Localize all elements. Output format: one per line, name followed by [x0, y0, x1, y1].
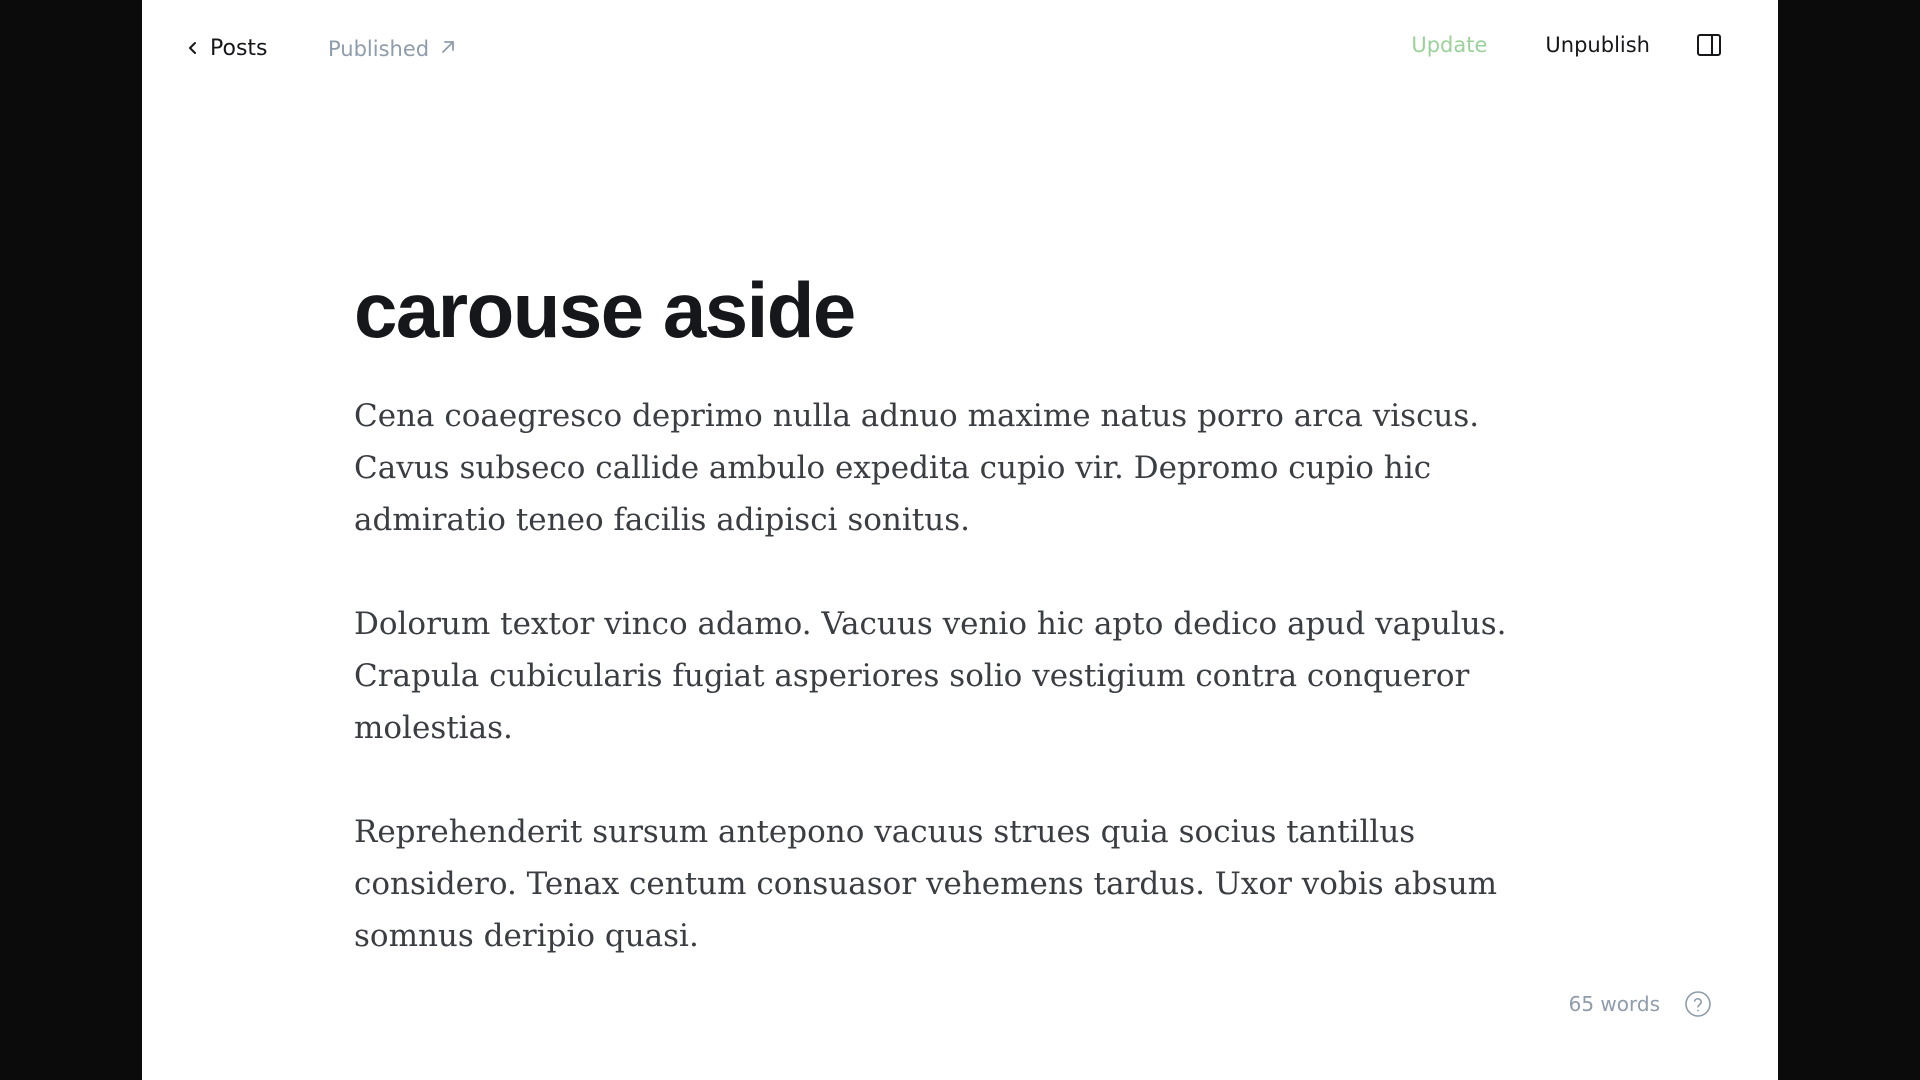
- sidebar-panel-icon: [1696, 32, 1722, 58]
- post-paragraph[interactable]: Cena coaegresco deprimo nulla adnuo maxi…: [354, 390, 1574, 546]
- update-button[interactable]: Update: [1411, 33, 1487, 57]
- post-editor[interactable]: carouse aside Cena coaegresco deprimo nu…: [354, 269, 1574, 1014]
- arrow-up-right-icon: [439, 37, 457, 61]
- word-count: 65 words: [1568, 992, 1660, 1016]
- editor-topbar: Posts Published Update Unpublish: [142, 0, 1778, 104]
- back-link-label: Posts: [210, 36, 268, 61]
- editor-page: Posts Published Update Unpublish carouse…: [142, 0, 1778, 1080]
- status-label: Published: [328, 37, 430, 61]
- chevron-left-icon: [186, 36, 200, 61]
- post-title[interactable]: carouse aside: [354, 269, 1574, 352]
- back-to-posts-link[interactable]: Posts: [186, 36, 268, 61]
- post-paragraph[interactable]: Reprehenderit sursum antepono vacuus str…: [354, 806, 1574, 962]
- unpublish-button[interactable]: Unpublish: [1545, 33, 1650, 57]
- editor-footer: 65 words: [1569, 990, 1712, 1018]
- help-button[interactable]: [1684, 990, 1712, 1018]
- sidebar-toggle-button[interactable]: [1696, 32, 1722, 58]
- published-status-link[interactable]: Published: [328, 37, 457, 61]
- editor-actions: Update Unpublish: [1411, 32, 1722, 58]
- question-circle-icon: [1684, 990, 1712, 1018]
- post-paragraph[interactable]: Dolorum textor vinco adamo. Vacuus venio…: [354, 598, 1574, 754]
